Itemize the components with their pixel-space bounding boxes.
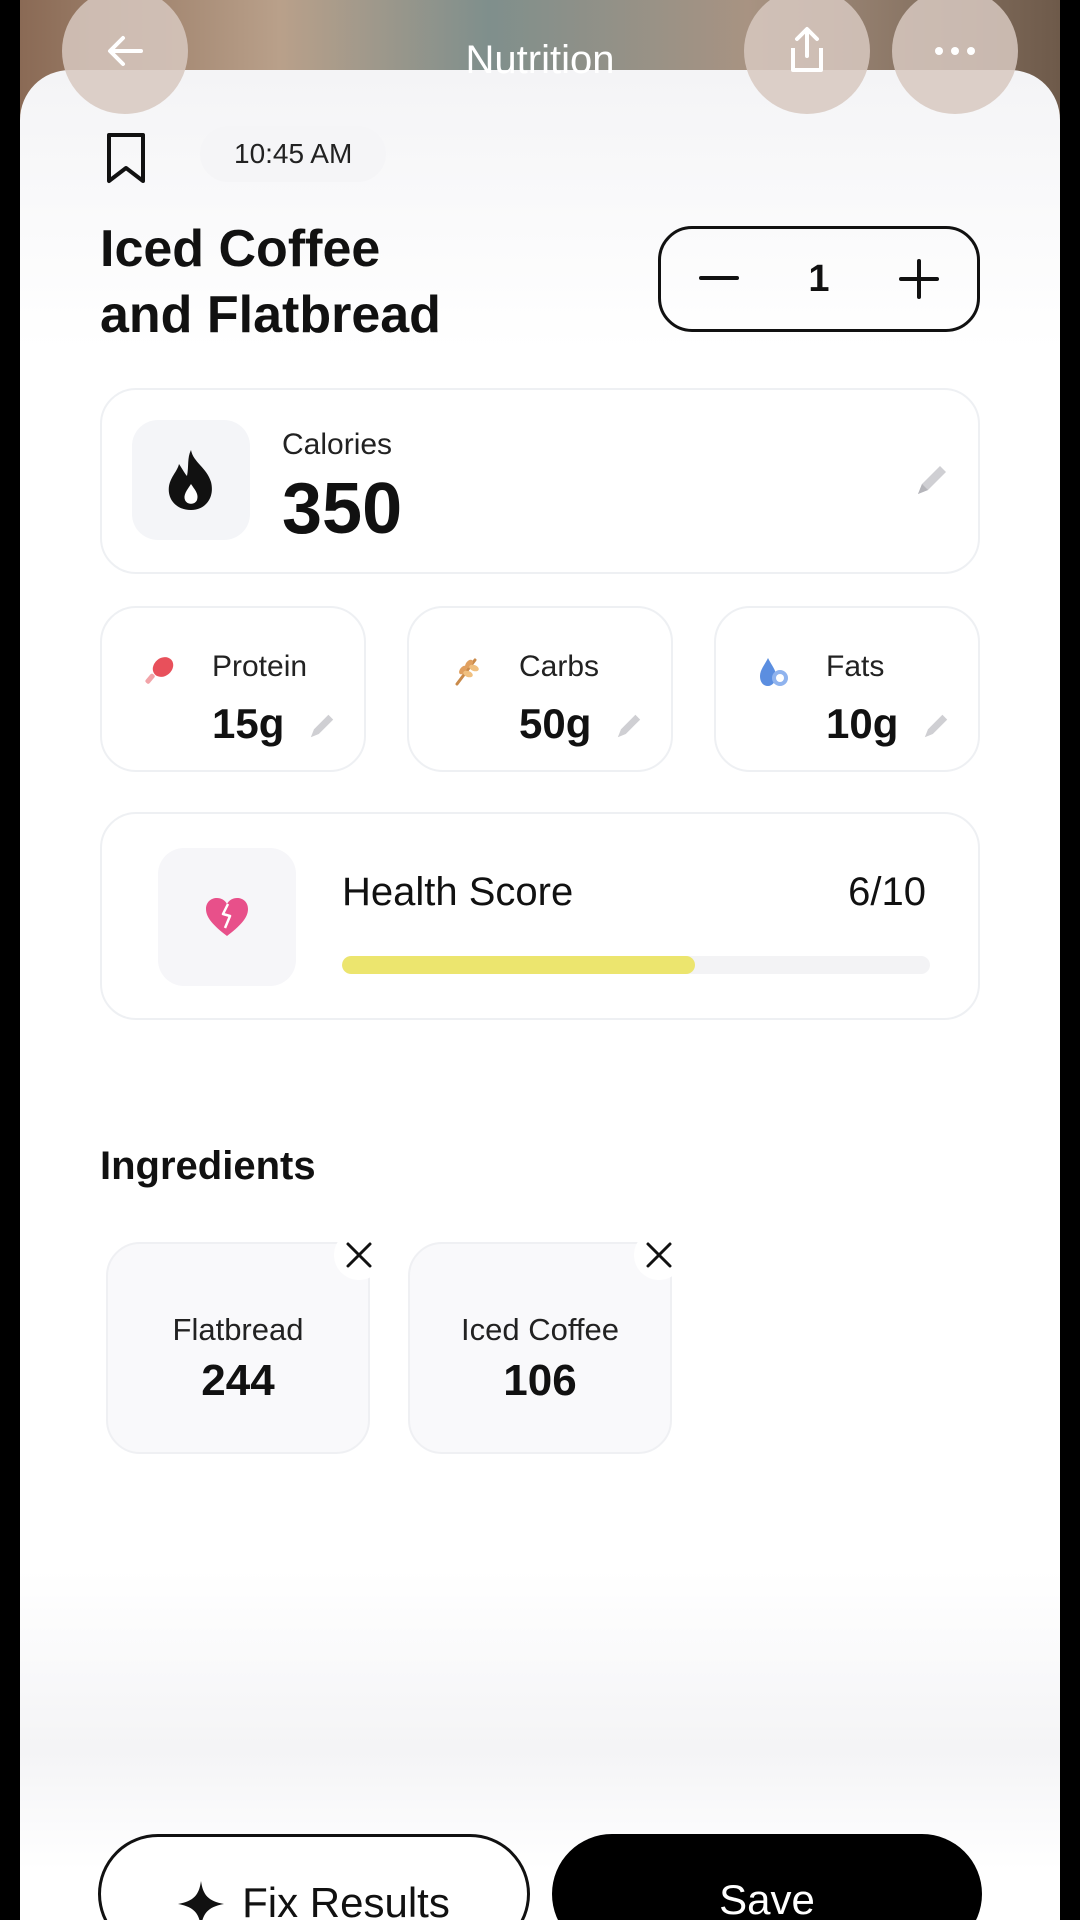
quantity-value: 1 <box>808 257 830 300</box>
ingredients-title: Ingredients <box>100 1144 316 1188</box>
protein-value: 15g <box>212 700 285 747</box>
share-icon <box>791 27 823 72</box>
plus-icon <box>898 259 939 299</box>
bookmark-icon[interactable] <box>104 132 148 184</box>
health-score-card[interactable]: Health Score 6/10 <box>100 812 980 1020</box>
calories-icon-box <box>132 420 250 540</box>
more-horizontal-icon <box>935 47 975 55</box>
save-button[interactable]: Save <box>552 1834 982 1920</box>
save-label: Save <box>719 1876 815 1920</box>
sparkle-icon <box>178 1881 225 1920</box>
health-score-icon-box <box>158 848 296 986</box>
fats-value: 10g <box>826 700 899 747</box>
meal-title-line2: and Flatbread <box>100 286 441 344</box>
health-score-bar <box>342 956 930 974</box>
flame-icon <box>168 450 212 510</box>
edit-calories-icon[interactable] <box>912 460 952 500</box>
broken-heart-icon <box>206 898 248 936</box>
protein-label: Protein <box>212 650 308 683</box>
ingredient-calories: 106 <box>503 1356 577 1405</box>
remove-ingredient-button[interactable] <box>334 1230 384 1280</box>
health-score-value: 6/10 <box>848 870 926 914</box>
meal-title: Iced Coffee and Flatbread <box>100 216 620 348</box>
decrement-button[interactable] <box>699 276 739 282</box>
meal-time: 10:45 AM <box>200 126 387 182</box>
calories-value: 350 <box>282 469 403 549</box>
health-score-bar-fill <box>342 956 695 974</box>
minus-icon <box>699 276 739 280</box>
ingredient-card[interactable]: Iced Coffee 106 <box>408 1242 672 1454</box>
fix-results-label: Fix Results <box>242 1879 450 1920</box>
edit-protein-icon[interactable] <box>306 710 338 742</box>
quantity-stepper: 1 <box>658 226 980 332</box>
carbs-label: Carbs <box>519 650 600 683</box>
ingredient-calories: 244 <box>201 1356 275 1405</box>
meal-title-line1: Iced Coffee <box>100 220 381 278</box>
drumstick-icon <box>145 657 174 684</box>
ingredient-name: Flatbread <box>172 1312 304 1347</box>
carbs-card[interactable]: Carbs 50g <box>407 606 673 772</box>
ingredient-name: Iced Coffee <box>461 1312 619 1347</box>
fats-card[interactable]: Fats 10g <box>714 606 980 772</box>
remove-ingredient-button[interactable] <box>634 1230 684 1280</box>
close-icon <box>646 1242 672 1268</box>
calories-label: Calories <box>282 428 393 461</box>
fats-label: Fats <box>826 650 885 683</box>
edit-fats-icon[interactable] <box>920 710 952 742</box>
protein-card[interactable]: Protein 15g <box>100 606 366 772</box>
fix-results-button[interactable]: Fix Results <box>98 1834 530 1920</box>
close-icon <box>346 1242 372 1268</box>
increment-button[interactable] <box>898 259 939 299</box>
carbs-value: 50g <box>519 700 592 747</box>
health-score-label: Health Score <box>342 870 574 914</box>
wheat-icon <box>455 658 479 686</box>
ingredient-card[interactable]: Flatbread 244 <box>106 1242 370 1454</box>
oil-drop-icon <box>760 658 788 686</box>
calories-card[interactable]: Calories 350 <box>100 388 980 574</box>
edit-carbs-icon[interactable] <box>613 710 645 742</box>
